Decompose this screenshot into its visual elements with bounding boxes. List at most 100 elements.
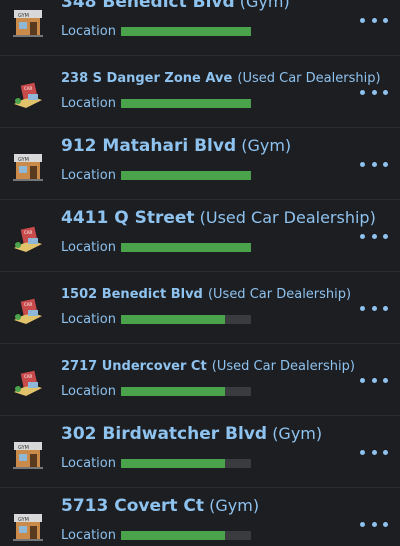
location-progress-bar <box>121 531 251 540</box>
location-label: Location <box>61 528 116 543</box>
item-title: 1502 Benedict Blvd (Used Car Dealership) <box>61 283 360 302</box>
item-type: (Used Car Dealership) <box>207 287 352 302</box>
item-name: 1502 Benedict Blvd <box>61 287 203 302</box>
dot-icon <box>371 17 377 23</box>
dot-icon <box>383 377 388 383</box>
location-progress-fill <box>121 99 251 108</box>
dot-icon <box>360 161 365 167</box>
dot-icon <box>371 161 377 167</box>
list-item[interactable]: GYM 912 Matahari Blvd (Gym) Location <box>0 128 400 200</box>
item-title: 2717 Undercover Ct (Used Car Dealership) <box>61 355 360 374</box>
svg-text:CAR: CAR <box>24 302 33 307</box>
dot-icon <box>383 233 388 239</box>
svg-text:CAR: CAR <box>24 86 33 91</box>
dot-icon <box>371 305 377 311</box>
car-dealership-icon: CAR <box>10 74 46 110</box>
dot-icon <box>383 521 388 527</box>
list-item[interactable]: CAR 2717 Undercover Ct (Used Car Dealers… <box>0 344 400 416</box>
list-item[interactable]: CAR 4411 Q Street (Used Car Dealership) … <box>0 200 400 272</box>
dot-icon <box>383 89 388 95</box>
dot-icon <box>371 521 377 527</box>
gym-icon: GYM <box>10 146 46 182</box>
list-item[interactable]: CAR 1502 Benedict Blvd (Used Car Dealers… <box>0 272 400 344</box>
dot-icon <box>371 449 377 455</box>
gym-icon: GYM <box>10 434 46 470</box>
location-label: Location <box>61 312 116 327</box>
item-title: 912 Matahari Blvd (Gym) <box>61 136 360 156</box>
more-options-button[interactable] <box>360 298 388 318</box>
dot-icon <box>383 161 388 167</box>
item-type: (Gym) <box>209 496 260 515</box>
item-title: 238 S Danger Zone Ave (Used Car Dealersh… <box>61 67 381 86</box>
dot-icon <box>371 377 377 383</box>
location-label: Location <box>61 168 116 183</box>
location-progress-bar <box>121 171 251 180</box>
gym-icon: GYM <box>10 506 46 542</box>
location-label: Location <box>61 456 116 471</box>
location-label: Location <box>61 240 116 255</box>
location-progress-bar <box>121 459 251 468</box>
item-name: 348 Benedict Blvd <box>61 0 235 12</box>
svg-text:CAR: CAR <box>24 230 33 235</box>
item-type: (Used Car Dealership) <box>199 208 376 227</box>
item-title: 5713 Covert Ct (Gym) <box>61 496 360 516</box>
item-name: 302 Birdwatcher Blvd <box>61 424 268 444</box>
item-name: 2717 Undercover Ct <box>61 359 207 374</box>
location-progress-fill <box>121 171 251 180</box>
property-list: GYM 348 Benedict Blvd (Gym) Location CAR… <box>0 0 400 543</box>
dot-icon <box>360 521 365 527</box>
location-label: Location <box>61 24 116 39</box>
more-options-button[interactable] <box>360 10 388 30</box>
gym-icon: GYM <box>10 2 46 38</box>
location-progress-bar <box>121 315 251 324</box>
more-options-button[interactable] <box>360 154 388 174</box>
more-options-button[interactable] <box>360 226 388 246</box>
item-title: 302 Birdwatcher Blvd (Gym) <box>61 424 360 444</box>
list-item[interactable]: GYM 5713 Covert Ct (Gym) Location <box>0 488 400 546</box>
list-item[interactable]: CAR 238 S Danger Zone Ave (Used Car Deal… <box>0 56 400 128</box>
dot-icon <box>360 89 365 95</box>
list-item[interactable]: GYM 302 Birdwatcher Blvd (Gym) Location <box>0 416 400 488</box>
more-options-button[interactable] <box>360 82 388 102</box>
item-title: 4411 Q Street (Used Car Dealership) <box>61 208 376 228</box>
location-progress-bar <box>121 243 251 252</box>
item-type: (Gym) <box>272 424 323 443</box>
item-type: (Gym) <box>239 0 290 11</box>
dot-icon <box>360 233 365 239</box>
item-title: 348 Benedict Blvd (Gym) <box>61 0 360 12</box>
dot-icon <box>383 449 388 455</box>
item-name: 5713 Covert Ct <box>61 496 205 516</box>
dot-icon <box>360 377 365 383</box>
item-name: 912 Matahari Blvd <box>61 136 237 156</box>
location-progress-fill <box>121 459 225 468</box>
location-progress-fill <box>121 27 251 36</box>
dot-icon <box>383 17 388 23</box>
dot-icon <box>371 89 377 95</box>
location-progress-fill <box>121 243 251 252</box>
location-progress-bar <box>121 27 251 36</box>
location-progress-fill <box>121 315 225 324</box>
location-label: Location <box>61 384 116 399</box>
location-progress-fill <box>121 531 225 540</box>
dot-icon <box>360 305 365 311</box>
dot-icon <box>360 449 365 455</box>
location-label: Location <box>61 96 116 111</box>
svg-text:CAR: CAR <box>24 374 33 379</box>
item-name: 238 S Danger Zone Ave <box>61 71 233 86</box>
car-dealership-icon: CAR <box>10 218 46 254</box>
car-dealership-icon: CAR <box>10 290 46 326</box>
location-progress-fill <box>121 387 225 396</box>
location-progress-bar <box>121 99 251 108</box>
item-type: (Used Car Dealership) <box>211 359 355 374</box>
item-type: (Gym) <box>241 136 292 155</box>
car-dealership-icon: CAR <box>10 362 46 398</box>
location-progress-bar <box>121 387 251 396</box>
dot-icon <box>371 233 377 239</box>
more-options-button[interactable] <box>360 370 388 390</box>
list-item[interactable]: GYM 348 Benedict Blvd (Gym) Location <box>0 0 400 56</box>
more-options-button[interactable] <box>360 442 388 462</box>
item-name: 4411 Q Street <box>61 208 195 228</box>
more-options-button[interactable] <box>360 514 388 534</box>
dot-icon <box>383 305 388 311</box>
dot-icon <box>360 17 365 23</box>
